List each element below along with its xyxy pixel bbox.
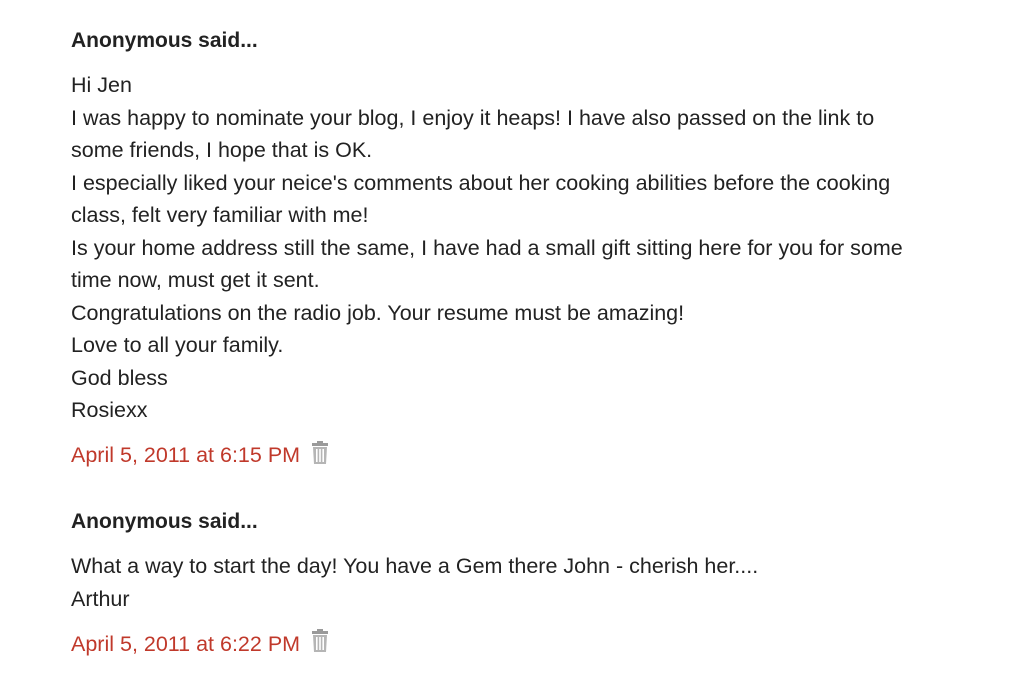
comment-author: Anonymous said... (71, 29, 258, 52)
comment-footer: April 5, 2011 at 6:15 PM (71, 440, 903, 471)
comment-line: Hi Jen (71, 73, 132, 97)
comment-line: some friends, I hope that is OK. (71, 138, 373, 162)
comment-timestamp-link[interactable]: April 5, 2011 at 6:15 PM (71, 443, 300, 468)
trash-icon[interactable] (309, 440, 331, 465)
comment-line: Rosiexx (71, 398, 148, 422)
comment: Anonymous said... What a way to start th… (71, 509, 758, 659)
comment-line: What a way to start the day! You have a … (71, 554, 759, 578)
comment-line: time now, must get it sent. (71, 268, 320, 292)
comment-line: Congratulations on the radio job. Your r… (71, 300, 685, 325)
comment-line: I especially liked your neice's comments… (71, 170, 891, 195)
comment-footer: April 5, 2011 at 6:22 PM (71, 629, 758, 659)
comment: Anonymous said... Hi Jen I was happy to … (71, 28, 903, 471)
comment-line: I was happy to nominate your blog, I enj… (71, 105, 875, 130)
comment-line: God bless (71, 365, 168, 390)
comment-body: What a way to start the day! You have a … (71, 550, 758, 615)
trash-icon[interactable] (309, 629, 331, 653)
comment-line: Is your home address still the same, I h… (71, 235, 903, 260)
comment-line: Arthur (71, 586, 130, 611)
comment-body: Hi Jen I was happy to nominate your blog… (71, 69, 903, 427)
comment-author: Anonymous said... (71, 510, 258, 533)
comment-line: class, felt very familiar with me! (71, 203, 369, 227)
comment-timestamp-link[interactable]: April 5, 2011 at 6:22 PM (71, 632, 300, 657)
comment-line: Love to all your family. (71, 333, 284, 357)
